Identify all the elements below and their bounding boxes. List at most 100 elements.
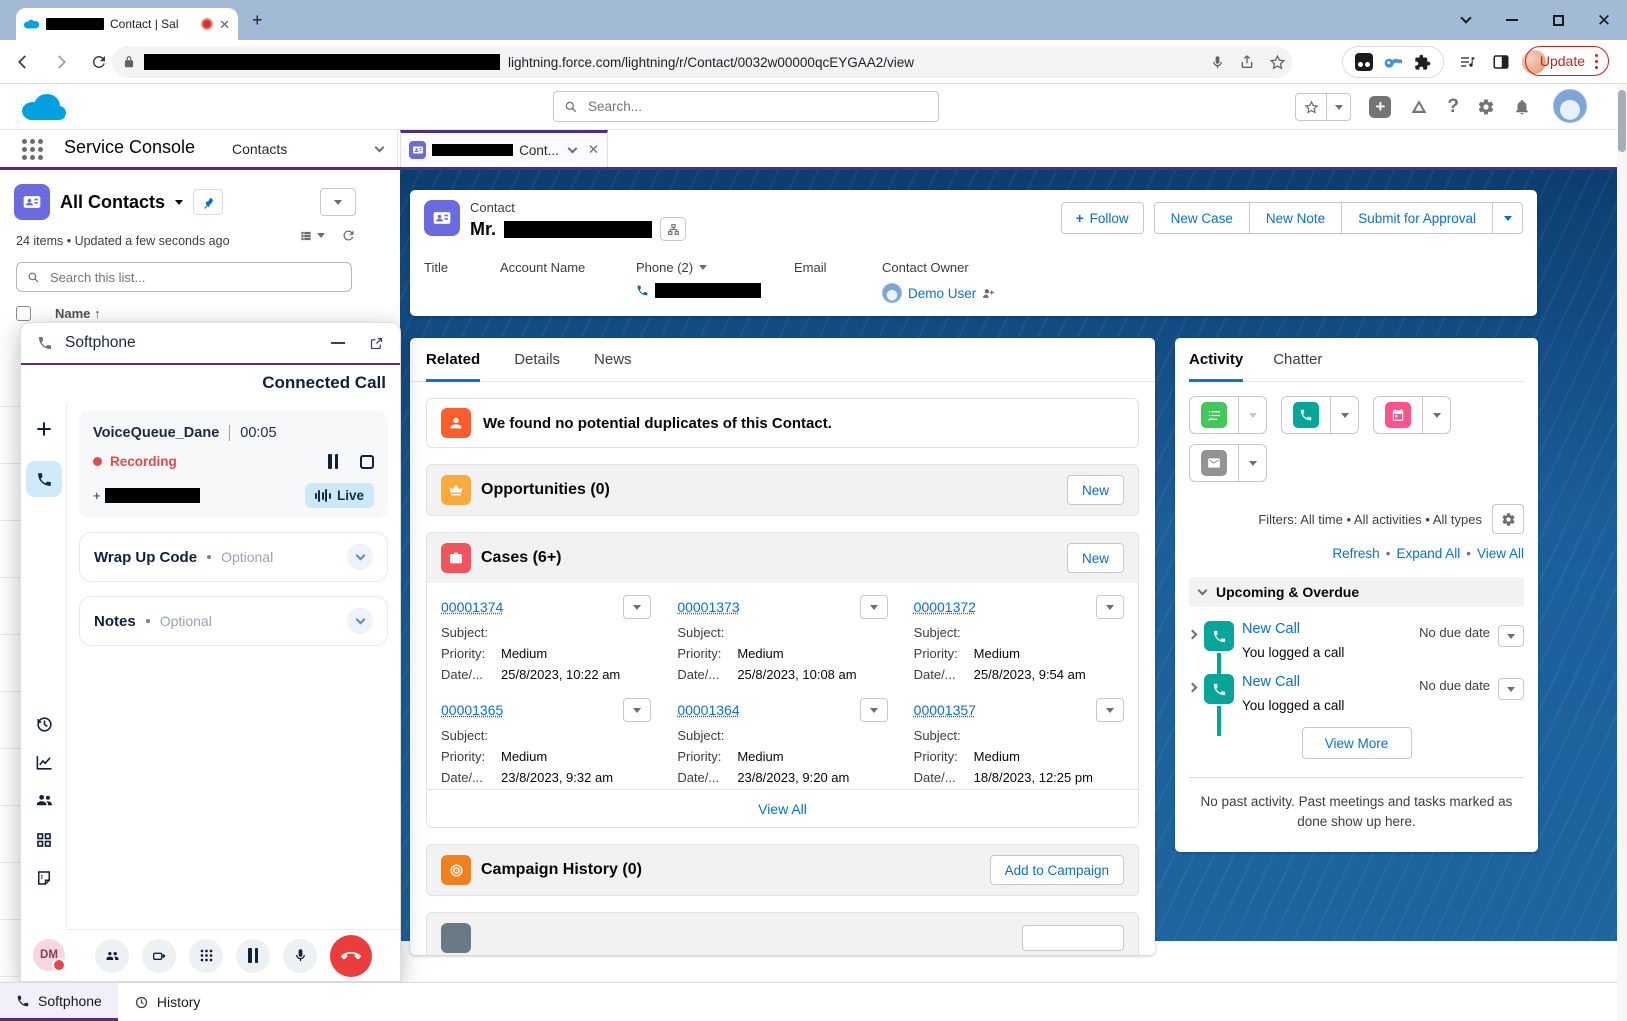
people-icon[interactable]	[21, 791, 67, 810]
help-icon[interactable]: ?	[1447, 96, 1459, 118]
new-note-button[interactable]: New Note	[1249, 203, 1341, 233]
key-icon[interactable]	[1384, 53, 1402, 71]
follow-button[interactable]: +Follow	[1061, 202, 1144, 234]
chevron-down-icon[interactable]	[567, 144, 577, 154]
activity-item-caret-icon[interactable]	[1498, 678, 1524, 700]
browser-tab[interactable]: Contact | Sal ✕	[16, 8, 238, 40]
activity-item-link[interactable]: New Call	[1242, 674, 1411, 690]
submit-for-approval-button[interactable]: Submit for Approval	[1341, 203, 1492, 233]
refresh-link[interactable]: Refresh	[1332, 546, 1379, 561]
back-button[interactable]	[8, 47, 38, 77]
list-search-box[interactable]	[16, 262, 352, 292]
list-actions-dropdown[interactable]	[320, 188, 356, 216]
cases-view-all-link[interactable]: View All	[758, 801, 807, 817]
case-actions-caret-icon[interactable]	[623, 698, 651, 722]
section-action-button[interactable]	[1022, 925, 1124, 951]
global-search-input[interactable]	[586, 98, 928, 115]
view-more-button[interactable]: View More	[1302, 727, 1412, 759]
extensions-puzzle-icon[interactable]	[1414, 54, 1431, 71]
event-caret-icon[interactable]	[1422, 397, 1450, 433]
expand-all-link[interactable]: Expand All	[1396, 546, 1460, 561]
bookmark-star-icon[interactable]	[1269, 54, 1286, 71]
tab-news[interactable]: News	[594, 338, 632, 381]
chevron-down-icon[interactable]	[375, 142, 385, 152]
favorites-star-icon[interactable]	[1296, 94, 1326, 120]
note-icon[interactable]	[21, 869, 67, 887]
global-search-box[interactable]	[553, 91, 939, 122]
nav-tab-contacts[interactable]: Contacts	[218, 130, 398, 167]
activity-settings-gear-icon[interactable]	[1492, 504, 1524, 534]
window-close-button[interactable]: ✕	[1581, 0, 1627, 40]
end-call-icon[interactable]	[330, 935, 372, 977]
setup-gear-icon[interactable]	[1477, 98, 1495, 116]
active-call-phone-icon[interactable]	[26, 461, 62, 497]
notes-section[interactable]: Notes Optional	[79, 596, 388, 646]
share-icon[interactable]	[1239, 54, 1255, 70]
tab-details[interactable]: Details	[514, 338, 560, 381]
opportunities-title[interactable]: Opportunities (0)	[481, 481, 1057, 499]
case-actions-caret-icon[interactable]	[1096, 595, 1124, 619]
conference-people-icon[interactable]	[95, 939, 129, 973]
close-icon[interactable]: ✕	[588, 142, 599, 158]
case-link[interactable]: 00001365	[441, 702, 623, 718]
window-maximize-button[interactable]	[1535, 0, 1581, 40]
app-launcher-waffle-icon[interactable]	[22, 139, 43, 160]
forward-button[interactable]	[46, 47, 76, 77]
pin-icon[interactable]	[193, 189, 223, 215]
phone-caret-icon[interactable]	[699, 265, 707, 270]
live-chip[interactable]: Live	[305, 483, 374, 508]
case-actions-caret-icon[interactable]	[860, 595, 888, 619]
view-all-link[interactable]: View All	[1477, 546, 1524, 561]
new-task-button[interactable]	[1190, 397, 1238, 433]
upcoming-overdue-header[interactable]: Upcoming & Overdue	[1189, 577, 1524, 607]
list-search-input[interactable]	[48, 269, 341, 286]
window-minimize-button[interactable]	[1489, 0, 1535, 40]
activity-item-link[interactable]: New Call	[1242, 621, 1411, 637]
owner-link[interactable]: Demo User	[908, 286, 976, 301]
stop-recording-icon[interactable]	[360, 455, 374, 469]
display-as-icon[interactable]	[299, 229, 325, 243]
case-link[interactable]: 00001364	[677, 702, 859, 718]
wrap-up-code-section[interactable]: Wrap Up Code Optional	[79, 532, 388, 582]
case-link[interactable]: 00001373	[677, 599, 859, 615]
list-view-title[interactable]: All Contacts	[60, 192, 165, 213]
mic-icon[interactable]	[1210, 55, 1225, 70]
expand-chevron-icon[interactable]	[1188, 683, 1198, 693]
select-all-checkbox[interactable]	[16, 306, 31, 321]
trailhead-icon[interactable]	[1409, 98, 1429, 116]
notifications-bell-icon[interactable]	[1513, 98, 1531, 116]
utility-softphone-tab[interactable]: Softphone	[0, 983, 118, 1021]
chevron-down-icon[interactable]	[347, 608, 373, 634]
address-bar[interactable]: lightning.force.com/lightning/r/Contact/…	[112, 46, 1292, 78]
new-case-button[interactable]: New Case	[1155, 203, 1249, 233]
chart-icon[interactable]	[21, 753, 67, 772]
tab-related[interactable]: Related	[426, 338, 480, 381]
mute-mic-icon[interactable]	[283, 939, 317, 973]
list-view-caret-icon[interactable]	[175, 200, 183, 205]
quick-create-plus-icon[interactable]: +	[1369, 96, 1391, 118]
favorites-group[interactable]	[1295, 93, 1351, 121]
case-actions-caret-icon[interactable]	[1096, 698, 1124, 722]
favorites-caret-icon[interactable]	[1326, 94, 1350, 120]
cases-title[interactable]: Cases (6+)	[481, 549, 1057, 567]
history-clock-icon[interactable]	[21, 715, 67, 734]
scrollbar-thumb[interactable]	[1618, 90, 1626, 152]
new-tab-button[interactable]: +	[252, 12, 263, 28]
agent-avatar[interactable]: DM	[33, 939, 65, 971]
browser-menu-icon[interactable]	[1595, 60, 1598, 63]
reload-button[interactable]	[84, 47, 114, 77]
case-link[interactable]: 00001374	[441, 599, 623, 615]
log-call-button[interactable]	[1282, 397, 1330, 433]
reading-list-icon[interactable]	[1458, 54, 1476, 70]
transfer-call-icon[interactable]	[142, 939, 176, 973]
change-owner-icon[interactable]	[982, 287, 995, 300]
grid-icon[interactable]	[21, 831, 67, 849]
dialpad-icon[interactable]	[189, 939, 223, 973]
expand-chevron-icon[interactable]	[1188, 630, 1198, 640]
utility-history-tab[interactable]: History	[118, 983, 217, 1021]
hold-pause-icon[interactable]	[236, 939, 270, 973]
add-to-campaign-button[interactable]: Add to Campaign	[990, 855, 1124, 885]
email-caret-icon[interactable]	[1238, 445, 1266, 481]
window-menu-chevron-icon[interactable]	[1443, 0, 1489, 40]
case-actions-caret-icon[interactable]	[860, 698, 888, 722]
